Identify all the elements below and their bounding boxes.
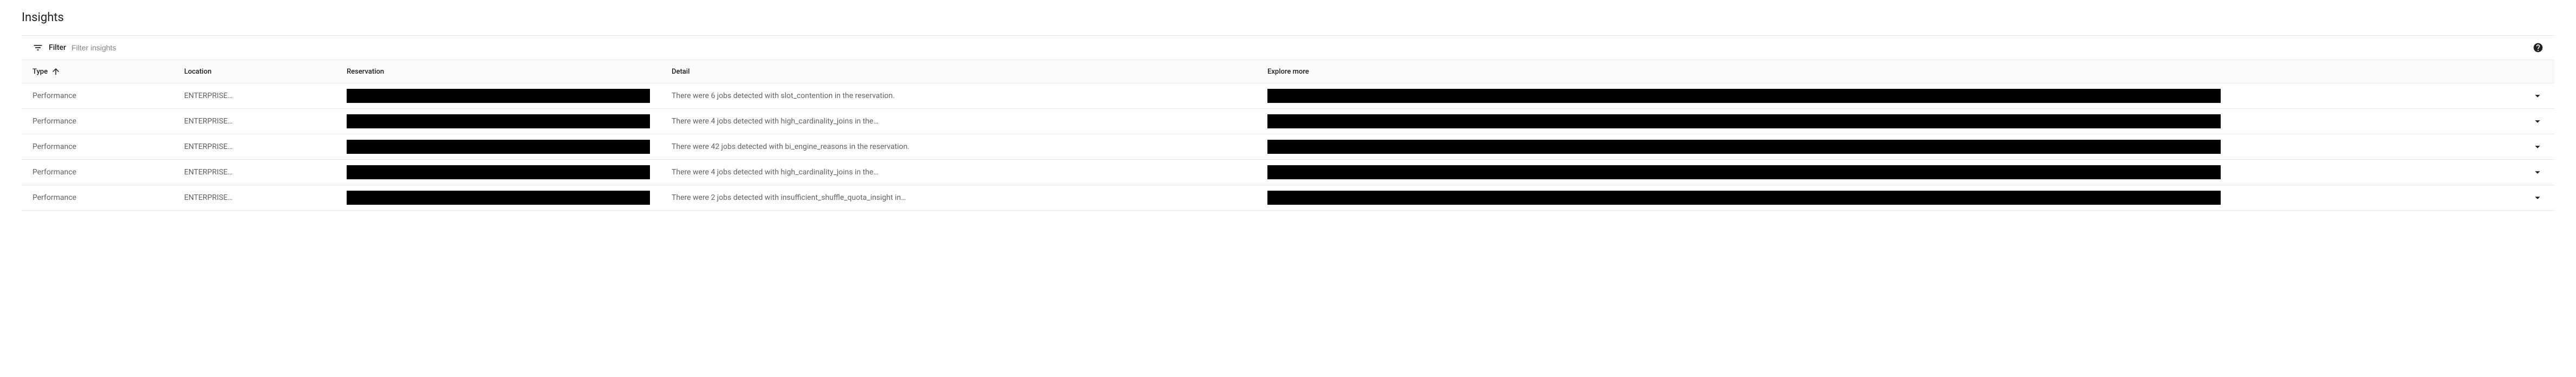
redacted-block (1267, 114, 2221, 128)
cell-explore (1257, 185, 2489, 211)
cell-detail: There were 42 jobs detected with bi_engi… (661, 134, 1257, 160)
cell-location: ENTERPRISE… (173, 134, 336, 160)
redacted-block (347, 165, 650, 179)
cell-explore (1257, 109, 2489, 134)
filter-icon (32, 42, 43, 53)
cell-location: ENTERPRISE… (173, 185, 336, 211)
expand-row-button[interactable] (2532, 115, 2544, 127)
redacted-block (347, 191, 650, 205)
cell-type: Performance (22, 185, 173, 211)
column-header-explore[interactable]: Explore more (1257, 60, 2489, 83)
column-header-detail[interactable]: Detail (661, 60, 1257, 83)
cell-type: Performance (22, 83, 173, 109)
cell-location: ENTERPRISE… (173, 83, 336, 109)
cell-type: Performance (22, 109, 173, 134)
table-row: Performance ENTERPRISE… There were 42 jo… (22, 134, 2554, 160)
filter-label: Filter (49, 43, 66, 52)
cell-reservation (336, 134, 661, 160)
cell-reservation (336, 83, 661, 109)
redacted-block (1267, 191, 2221, 205)
table-row: Performance ENTERPRISE… There were 4 job… (22, 160, 2554, 185)
cell-reservation (336, 185, 661, 211)
cell-explore (1257, 83, 2489, 109)
redacted-block (347, 89, 650, 103)
expand-row-button[interactable] (2532, 166, 2544, 178)
cell-location: ENTERPRISE… (173, 160, 336, 185)
table-row: Performance ENTERPRISE… There were 2 job… (22, 185, 2554, 211)
insights-table: Type Location Reservation Detail Explore… (22, 60, 2554, 211)
column-header-expand (2489, 60, 2554, 83)
column-header-reservation[interactable]: Reservation (336, 60, 661, 83)
filter-bar: Filter (22, 36, 2554, 60)
column-header-location[interactable]: Location (173, 60, 336, 83)
cell-type: Performance (22, 134, 173, 160)
column-header-type[interactable]: Type (22, 60, 173, 83)
page-title: Insights (22, 11, 2554, 24)
cell-detail: There were 6 jobs detected with slot_con… (661, 83, 1257, 109)
help-icon[interactable] (2533, 42, 2544, 53)
expand-row-button[interactable] (2532, 192, 2544, 204)
redacted-block (347, 140, 650, 154)
filter-input[interactable] (71, 43, 2527, 52)
cell-location: ENTERPRISE… (173, 109, 336, 134)
sort-ascending-icon (51, 67, 61, 76)
cell-reservation (336, 160, 661, 185)
header-label: Type (32, 68, 48, 76)
redacted-block (1267, 165, 2221, 179)
table-header-row: Type Location Reservation Detail Explore… (22, 60, 2554, 83)
cell-detail: There were 4 jobs detected with high_car… (661, 109, 1257, 134)
redacted-block (1267, 140, 2221, 154)
table-row: Performance ENTERPRISE… There were 4 job… (22, 109, 2554, 134)
redacted-block (1267, 89, 2221, 103)
expand-row-button[interactable] (2532, 141, 2544, 153)
cell-reservation (336, 109, 661, 134)
expand-row-button[interactable] (2532, 90, 2544, 102)
redacted-block (347, 114, 650, 128)
cell-detail: There were 4 jobs detected with high_car… (661, 160, 1257, 185)
cell-explore (1257, 134, 2489, 160)
cell-explore (1257, 160, 2489, 185)
cell-detail: There were 2 jobs detected with insuffic… (661, 185, 1257, 211)
cell-type: Performance (22, 160, 173, 185)
table-row: Performance ENTERPRISE… There were 6 job… (22, 83, 2554, 109)
